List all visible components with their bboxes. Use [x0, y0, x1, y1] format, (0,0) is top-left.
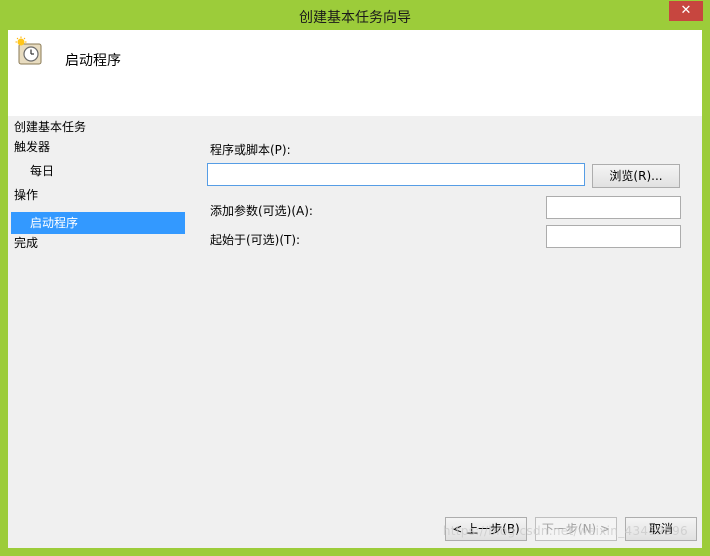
nav-step-finish[interactable]: 完成: [11, 232, 185, 254]
start-in-label: 起始于(可选)(T):: [210, 233, 301, 247]
window-title: 创建基本任务向导: [299, 10, 411, 26]
nav-step-label: 触发器: [14, 140, 51, 154]
watermark-text: https://blog.csdn.net/weixin_43419596: [442, 524, 688, 538]
nav-step-start-program[interactable]: 启动程序: [11, 212, 185, 234]
wizard-header: 启动程序: [8, 30, 702, 116]
start-in-input[interactable]: [546, 225, 681, 248]
nav-step-label: 操作: [14, 188, 39, 202]
nav-step-action[interactable]: 操作: [11, 184, 185, 206]
title-bar[interactable]: 创建基本任务向导 ✕: [0, 0, 710, 30]
nav-step-label: 启动程序: [30, 216, 79, 230]
program-script-label: 程序或脚本(P):: [210, 143, 291, 157]
nav-step-trigger[interactable]: 触发器: [11, 136, 185, 158]
nav-step-label: 每日: [30, 164, 55, 178]
scheduled-task-clock-icon: [15, 36, 42, 65]
wizard-window: 创建基本任务向导 ✕ 启动程序 创建基本任务 触发器 每日 操作 启动程序 完成…: [0, 0, 710, 556]
nav-step-label: 完成: [14, 236, 39, 250]
client-area: 启动程序 创建基本任务 触发器 每日 操作 启动程序 完成 程序或脚本(P):: [8, 30, 702, 548]
nav-step-daily[interactable]: 每日: [11, 160, 185, 182]
program-script-input[interactable]: [207, 163, 585, 186]
close-button[interactable]: ✕: [669, 1, 703, 21]
browse-button[interactable]: 浏览(R)...: [592, 164, 680, 188]
page-title: 启动程序: [65, 53, 121, 69]
nav-step-label: 创建基本任务: [14, 120, 87, 134]
nav-step-create-task[interactable]: 创建基本任务: [11, 116, 185, 138]
arguments-input[interactable]: [546, 196, 681, 219]
close-icon: ✕: [680, 3, 692, 18]
arguments-label: 添加参数(可选)(A):: [210, 204, 313, 218]
